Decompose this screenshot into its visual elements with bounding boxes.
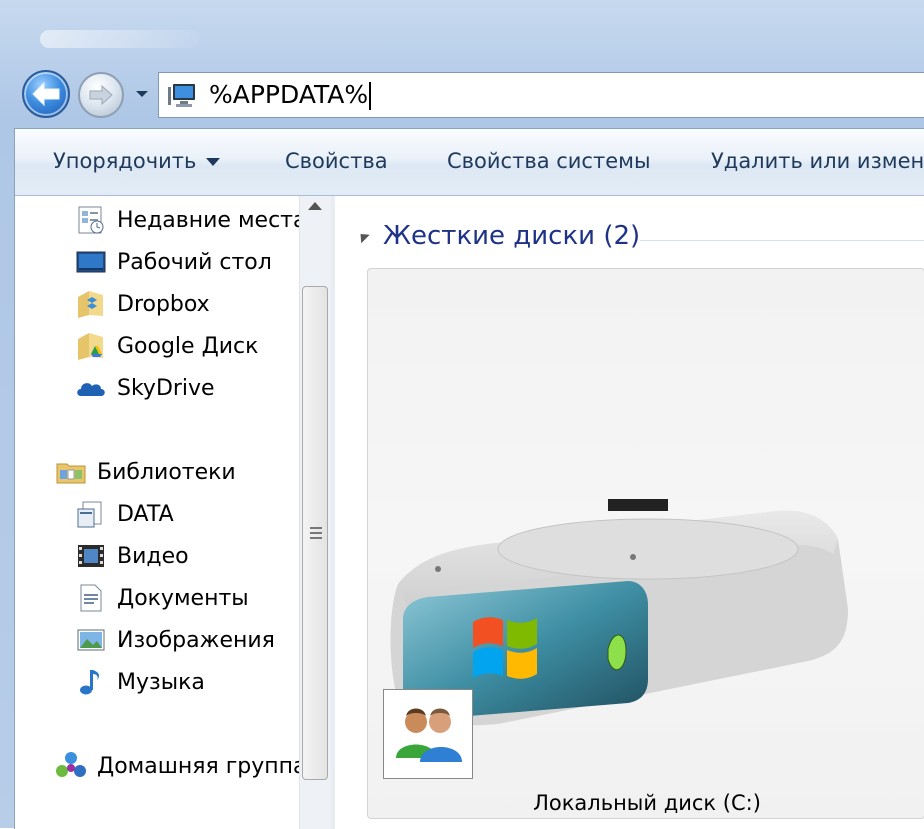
text-caret	[369, 82, 372, 110]
nav-item-label: Google Диск	[117, 333, 259, 359]
navigation-scrollbar[interactable]	[299, 196, 332, 829]
desktop-icon	[76, 251, 106, 273]
group-header-hard-drives[interactable]: Жесткие диски (2)	[356, 221, 641, 251]
organize-label: Упорядочить	[53, 149, 197, 173]
nav-item-label: Домашняя группа	[97, 753, 307, 779]
skydrive-icon	[77, 383, 105, 396]
collapse-arrow-icon[interactable]	[356, 229, 370, 243]
grip-icon	[310, 527, 322, 539]
arrow-right-icon	[89, 84, 113, 106]
nav-item-library-video[interactable]: Видео	[75, 539, 189, 573]
drive-label: Локальный диск (C:)	[533, 791, 761, 815]
nav-item-label: Изображения	[117, 627, 275, 653]
address-bar[interactable]: %APPDATA%	[158, 72, 924, 118]
forward-button[interactable]	[78, 72, 124, 118]
shared-overlay	[383, 689, 473, 779]
back-button[interactable]	[22, 70, 70, 118]
navigation-pane: Недавние места Рабочий стол Dropbox Goog…	[15, 196, 332, 829]
nav-item-recent-places[interactable]: Недавние места	[75, 203, 306, 237]
recent-pages-dropdown[interactable]	[134, 86, 150, 102]
organize-button[interactable]: Упорядочить	[53, 147, 221, 175]
explorer-body: Упорядочить Свойства Свойства системы Уд…	[14, 128, 924, 829]
nav-item-skydrive[interactable]: SkyDrive	[75, 371, 215, 405]
window-title-glass	[40, 30, 200, 48]
address-input[interactable]: %APPDATA%	[209, 79, 372, 111]
nav-item-label: DATA	[117, 501, 174, 527]
library-icon	[77, 501, 102, 528]
nav-item-desktop[interactable]: Рабочий стол	[75, 245, 272, 279]
nav-item-library-documents[interactable]: Документы	[75, 581, 249, 615]
dropbox-icon	[78, 291, 103, 318]
group-header-label: Жесткие диски (2)	[383, 221, 641, 251]
recent-places-icon	[78, 206, 104, 234]
drive-tile-c[interactable]: Локальный диск (C:)	[367, 268, 924, 819]
documents-icon	[80, 584, 102, 612]
nav-item-library-pictures[interactable]: Изображения	[75, 623, 275, 657]
scroll-up-arrow-icon[interactable]	[308, 202, 322, 210]
computer-icon	[168, 84, 195, 107]
properties-button[interactable]: Свойства	[285, 147, 388, 175]
window-frame: %APPDATA% Упорядочить Свойства Свойства …	[0, 0, 924, 829]
video-icon	[78, 545, 104, 567]
homegroup-icon	[56, 752, 86, 777]
nav-item-google-drive[interactable]: Google Диск	[75, 329, 258, 363]
nav-item-label: Рабочий стол	[117, 249, 272, 275]
nav-item-library-music[interactable]: Музыка	[75, 665, 205, 699]
shared-users-icon	[385, 691, 471, 777]
pictures-icon	[77, 629, 105, 651]
nav-item-label: Библиотеки	[97, 459, 236, 485]
scrollbar-thumb[interactable]	[302, 286, 328, 780]
chevron-down-icon	[136, 91, 148, 97]
command-bar: Упорядочить Свойства Свойства системы Уд…	[15, 129, 924, 196]
arrow-left-icon	[32, 81, 60, 107]
uninstall-program-button[interactable]: Удалить или измени	[711, 147, 924, 175]
nav-item-label: Документы	[117, 585, 249, 611]
nav-item-label: Музыка	[117, 669, 205, 695]
chevron-down-icon	[206, 158, 221, 166]
libraries-folder-icon	[56, 463, 86, 484]
nav-item-label: Видео	[117, 543, 189, 569]
system-properties-button[interactable]: Свойства системы	[447, 147, 651, 175]
nav-item-label: Недавние места	[117, 207, 307, 233]
music-icon	[80, 670, 100, 695]
nav-item-libraries[interactable]: Библиотеки	[55, 455, 236, 489]
group-divider	[640, 240, 924, 241]
nav-item-dropbox[interactable]: Dropbox	[75, 287, 210, 321]
google-drive-icon	[78, 333, 103, 360]
nav-item-label: Dropbox	[117, 291, 210, 317]
nav-item-library-data[interactable]: DATA	[75, 497, 174, 531]
content-pane: Жесткие диски (2) Локальный диск (C:)	[335, 196, 924, 829]
nav-item-homegroup[interactable]: Домашняя группа	[55, 749, 307, 783]
nav-item-label: SkyDrive	[117, 375, 215, 401]
